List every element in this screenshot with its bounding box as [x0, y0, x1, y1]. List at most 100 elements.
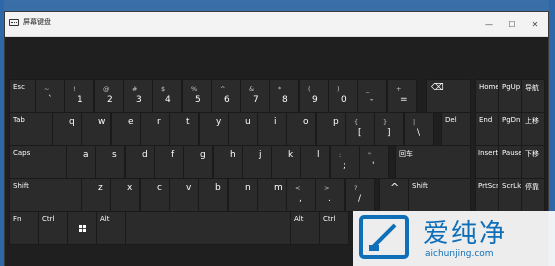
key-prtscn[interactable]: PrtScn: [475, 178, 500, 212]
key-num-7[interactable]: & 7: [240, 79, 270, 113]
key-num-2[interactable]: @2: [94, 79, 124, 113]
key-u[interactable]: u: [228, 112, 258, 146]
key-q[interactable]: q: [52, 112, 82, 146]
key-pause[interactable]: Pause: [498, 145, 523, 179]
key-insert[interactable]: Insert: [475, 145, 499, 179]
key-t[interactable]: t: [169, 112, 199, 146]
key-nav[interactable]: 导航: [521, 79, 545, 113]
key-label: o: [303, 117, 309, 127]
key-home[interactable]: Home: [475, 79, 500, 113]
key-dock[interactable]: 停靠: [521, 178, 545, 212]
key-del[interactable]: Del: [441, 112, 471, 146]
key-num-1[interactable]: ! 1: [64, 79, 94, 113]
key-label: 下移: [525, 150, 539, 158]
key-shift-left[interactable]: Shift: [9, 178, 82, 212]
key-up-arrow[interactable]: ^: [379, 178, 409, 212]
key-tab[interactable]: Tab: [9, 112, 53, 146]
key-num-11[interactable]: _ -: [357, 79, 387, 113]
key-shift-right[interactable]: Shift: [408, 178, 471, 212]
key-y[interactable]: y: [199, 112, 229, 146]
key-label: -: [370, 95, 374, 105]
key-a[interactable]: a: [66, 145, 96, 179]
key-label: \: [417, 128, 421, 138]
key-pgdn[interactable]: PgDn: [498, 112, 522, 146]
key-label: 3: [136, 95, 142, 105]
key-ctrl-right[interactable]: Ctrl: [319, 211, 349, 245]
key-label: End: [479, 116, 493, 124]
key-sym-a-0[interactable]: :;: [330, 145, 360, 179]
key-r[interactable]: r: [140, 112, 170, 146]
key-num-9[interactable]: (9: [299, 79, 329, 113]
key-label: Ctrl: [323, 215, 336, 223]
key-d[interactable]: d: [125, 145, 155, 179]
close-button[interactable]: ✕: [524, 12, 546, 36]
key-alt-left[interactable]: Alt: [96, 211, 126, 245]
key-fn[interactable]: Fn: [9, 211, 39, 245]
key-sym-z-2[interactable]: ? /: [345, 178, 375, 212]
key-sym-q-1[interactable]: }]: [374, 112, 404, 146]
key-label: 4: [165, 95, 171, 105]
key-x[interactable]: x: [110, 178, 140, 212]
key-sym-z-0[interactable]: <,: [286, 178, 316, 212]
key-pgup[interactable]: PgUp: [498, 79, 522, 113]
key-label: 7: [253, 95, 259, 105]
key-p[interactable]: p: [316, 112, 346, 146]
key-s[interactable]: s: [95, 145, 125, 179]
watermark: 爱纯净 aichunjing.com: [353, 211, 555, 266]
key-move-down[interactable]: 下移: [521, 145, 545, 179]
key-b[interactable]: b: [198, 178, 228, 212]
key-windows[interactable]: [67, 211, 97, 245]
key-shift-label: ": [368, 151, 371, 159]
key-n[interactable]: n: [228, 178, 258, 212]
key-shift-label: :: [339, 151, 342, 159]
key-num-12[interactable]: + =: [387, 79, 417, 113]
key-backspace[interactable]: ⌫: [426, 79, 471, 113]
key-label: k: [288, 150, 294, 160]
key-enter[interactable]: 回车: [395, 145, 471, 179]
key-num-3[interactable]: #3: [123, 79, 153, 113]
key-label: j: [259, 150, 262, 160]
key-space[interactable]: [125, 211, 291, 245]
key-num-5[interactable]: % 5: [182, 79, 212, 113]
title-bar[interactable]: 屏幕键盘 — ☐ ✕: [5, 12, 548, 37]
key-move-up[interactable]: 上移: [521, 112, 545, 146]
window-title: 屏幕键盘: [23, 18, 51, 26]
key-z[interactable]: z: [81, 178, 111, 212]
key-scrlk[interactable]: ScrLk: [498, 178, 522, 212]
key-num-4[interactable]: $4: [152, 79, 182, 113]
key-shift-label: ~: [44, 85, 50, 93]
key-end[interactable]: End: [475, 112, 499, 146]
key-v[interactable]: v: [169, 178, 199, 212]
key-w[interactable]: w: [81, 112, 111, 146]
key-shift-label: *: [278, 85, 282, 93]
key-sym-q-2[interactable]: | \: [404, 112, 434, 146]
key-alt-right[interactable]: Alt: [290, 211, 320, 245]
key-num-8[interactable]: * 8: [269, 79, 299, 113]
key-o[interactable]: o: [286, 112, 316, 146]
key-num-6[interactable]: ^ 6: [211, 79, 241, 113]
key-k[interactable]: k: [271, 145, 301, 179]
key-caps[interactable]: Caps: [9, 145, 67, 179]
maximize-button[interactable]: ☐: [501, 12, 523, 36]
key-label: g: [200, 150, 206, 160]
key-ctrl-left[interactable]: Ctrl: [38, 211, 68, 245]
key-num-10[interactable]: ) 0: [328, 79, 358, 113]
key-e[interactable]: e: [111, 112, 141, 146]
key-label: Shift: [13, 182, 29, 190]
minimize-button[interactable]: —: [478, 12, 500, 36]
key-label: PgUp: [502, 83, 521, 91]
key-num-0[interactable]: ~ `: [35, 79, 65, 113]
key-l[interactable]: l: [300, 145, 330, 179]
key-f[interactable]: f: [154, 145, 184, 179]
key-sym-z-1[interactable]: >.: [315, 178, 345, 212]
key-g[interactable]: g: [183, 145, 213, 179]
key-sym-a-1[interactable]: " ': [359, 145, 389, 179]
key-h[interactable]: h: [213, 145, 243, 179]
key-c[interactable]: c: [140, 178, 170, 212]
key-j[interactable]: j: [242, 145, 272, 179]
key-i[interactable]: i: [257, 112, 287, 146]
key-shift-label: ^: [220, 85, 226, 93]
key-esc[interactable]: Esc: [9, 79, 36, 113]
key-m[interactable]: m: [257, 178, 287, 212]
key-sym-q-0[interactable]: {[: [345, 112, 375, 146]
